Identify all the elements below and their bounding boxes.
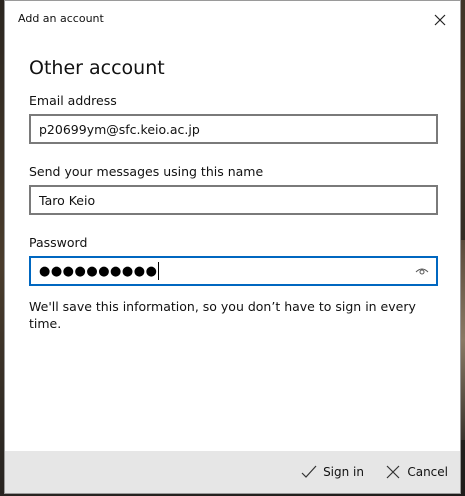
- display-name-label: Send your messages using this name: [29, 164, 264, 179]
- email-field[interactable]: p20699ym@sfc.keio.ac.jp: [29, 114, 438, 144]
- close-button[interactable]: [426, 7, 454, 33]
- display-name-value: Taro Keio: [39, 192, 96, 208]
- email-value: p20699ym@sfc.keio.ac.jp: [39, 121, 200, 137]
- cancel-button[interactable]: Cancel: [385, 461, 448, 483]
- sign-in-label: Sign in: [323, 465, 364, 479]
- text-caret: [158, 262, 160, 280]
- email-label: Email address: [29, 93, 117, 108]
- display-name-field[interactable]: Taro Keio: [29, 185, 438, 215]
- dialog-footer: Sign in Cancel: [5, 451, 460, 493]
- password-field[interactable]: ●●●●●●●●●●: [29, 256, 438, 286]
- add-account-dialog: Add an account Other account Email addre…: [4, 0, 461, 494]
- eye-icon[interactable]: [415, 265, 429, 277]
- dialog-title: Add an account: [18, 12, 104, 25]
- sign-in-button[interactable]: Sign in: [301, 461, 364, 483]
- close-icon: [434, 14, 446, 26]
- checkmark-icon: [301, 465, 317, 478]
- page-title: Other account: [29, 57, 165, 79]
- x-icon: [386, 465, 400, 479]
- password-value: ●●●●●●●●●●: [39, 263, 158, 279]
- info-message: We'll save this information, so you don’…: [29, 299, 416, 331]
- cancel-label: Cancel: [407, 465, 448, 479]
- password-label: Password: [29, 235, 88, 250]
- title-bar: Add an account: [5, 1, 460, 39]
